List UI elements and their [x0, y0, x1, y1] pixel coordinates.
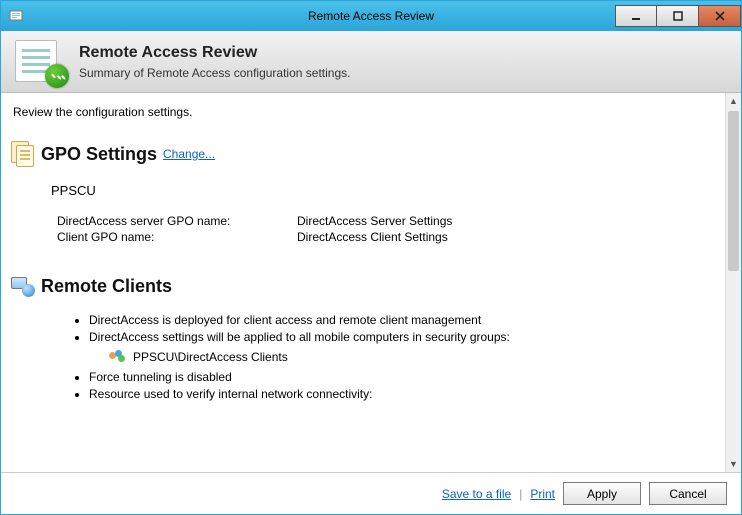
title-bar: Remote Access Review: [1, 1, 741, 31]
remote-access-review-window: Remote Access Review Remote Access Revie…: [0, 0, 742, 515]
print-link[interactable]: Print: [530, 487, 555, 501]
clients-group-value: PPSCU\DirectAccess Clients: [133, 350, 288, 364]
clients-security-group: PPSCU\DirectAccess Clients: [109, 350, 715, 364]
scroll-up-arrow-icon[interactable]: ▲: [726, 93, 741, 109]
gpo-client-value: DirectAccess Client Settings: [297, 230, 448, 244]
gpo-server-label: DirectAccess server GPO name:: [57, 214, 297, 228]
scroll-down-arrow-icon[interactable]: ▼: [726, 456, 741, 472]
header-band: Remote Access Review Summary of Remote A…: [1, 31, 741, 93]
scroll-thumb[interactable]: [728, 111, 739, 271]
footer-bar: Save to a file | Print Apply Cancel: [1, 472, 741, 514]
gpo-heading: GPO Settings: [41, 144, 157, 165]
remote-clients-icon: [11, 277, 35, 297]
intro-text: Review the configuration settings.: [13, 105, 715, 119]
clients-bullet-list-2: Force tunneling is disabled Resource use…: [71, 370, 715, 401]
clients-bullet-list: DirectAccess is deployed for client acce…: [71, 313, 715, 344]
gpo-client-label: Client GPO name:: [57, 230, 297, 244]
content-scroll: Review the configuration settings. GPO S…: [1, 93, 725, 472]
header-title: Remote Access Review: [79, 44, 350, 62]
users-group-icon: [109, 350, 127, 364]
gpo-org-name: PPSCU: [51, 183, 715, 198]
clients-bullet-1: DirectAccess is deployed for client acce…: [89, 313, 715, 327]
footer-separator: |: [519, 487, 522, 501]
cancel-button[interactable]: Cancel: [649, 482, 727, 505]
content-area: Review the configuration settings. GPO S…: [1, 93, 741, 472]
clients-bullet-2: DirectAccess settings will be applied to…: [89, 330, 715, 344]
gpo-section-head: GPO Settings Change...: [11, 141, 715, 167]
gpo-server-row: DirectAccess server GPO name: DirectAcce…: [57, 214, 715, 228]
gpo-icon: [11, 141, 35, 167]
gpo-change-link[interactable]: Change...: [163, 147, 215, 161]
vertical-scrollbar[interactable]: ▲ ▼: [725, 93, 741, 472]
gpo-server-value: DirectAccess Server Settings: [297, 214, 452, 228]
window-title: Remote Access Review: [1, 9, 741, 23]
clients-heading: Remote Clients: [41, 276, 172, 297]
gpo-client-row: Client GPO name: DirectAccess Client Set…: [57, 230, 715, 244]
save-to-file-link[interactable]: Save to a file: [442, 487, 511, 501]
clients-bullet-3: Force tunneling is disabled: [89, 370, 715, 384]
header-subtitle: Summary of Remote Access configuration s…: [79, 66, 350, 80]
clients-bullet-4: Resource used to verify internal network…: [89, 387, 715, 401]
clients-section-head: Remote Clients: [11, 276, 715, 297]
header-summary-icon: [11, 38, 67, 86]
header-text: Remote Access Review Summary of Remote A…: [79, 44, 350, 80]
apply-button[interactable]: Apply: [563, 482, 641, 505]
